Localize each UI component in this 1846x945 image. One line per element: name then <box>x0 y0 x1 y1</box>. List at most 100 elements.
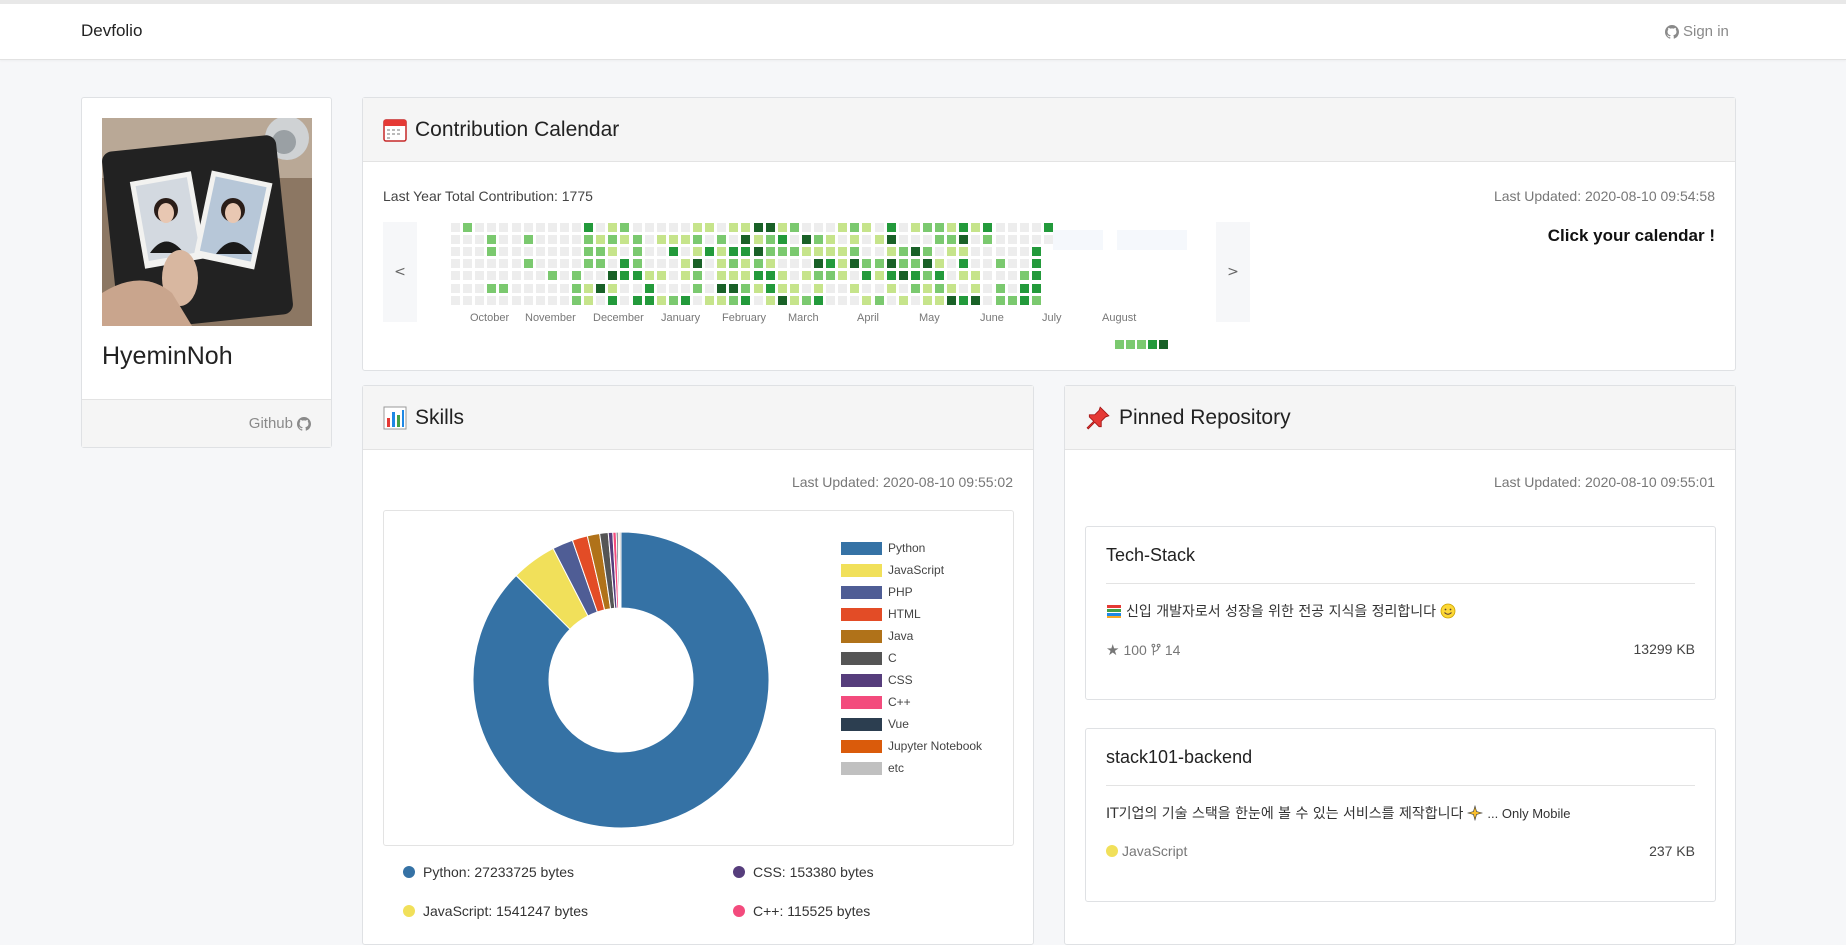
calendar-day[interactable] <box>947 271 957 281</box>
calendar-day[interactable] <box>535 235 545 245</box>
legend-item[interactable]: Vue <box>841 713 982 735</box>
calendar-day[interactable] <box>971 223 981 232</box>
calendar-day[interactable] <box>487 271 497 281</box>
calendar-day[interactable] <box>874 247 884 257</box>
calendar-day[interactable] <box>801 283 811 293</box>
calendar-day[interactable] <box>523 283 533 293</box>
calendar-day[interactable] <box>656 283 666 293</box>
calendar-day[interactable] <box>475 235 485 245</box>
calendar-day[interactable] <box>451 295 460 305</box>
calendar-day[interactable] <box>826 235 836 245</box>
calendar-day[interactable] <box>463 223 473 232</box>
calendar-day[interactable] <box>668 259 678 269</box>
calendar-day[interactable] <box>705 259 715 269</box>
calendar-day[interactable] <box>620 223 630 232</box>
calendar-day[interactable] <box>910 247 920 257</box>
calendar-day[interactable] <box>874 295 884 305</box>
calendar-day[interactable] <box>680 247 690 257</box>
calendar-day[interactable] <box>511 295 521 305</box>
calendar-day[interactable] <box>475 223 485 232</box>
calendar-day[interactable] <box>801 295 811 305</box>
calendar-day[interactable] <box>668 295 678 305</box>
calendar-day[interactable] <box>777 283 787 293</box>
calendar-day[interactable] <box>971 295 981 305</box>
calendar-day[interactable] <box>572 259 581 269</box>
calendar-day[interactable] <box>475 247 485 257</box>
calendar-day[interactable] <box>620 283 630 293</box>
calendar-day[interactable] <box>584 283 594 293</box>
calendar-day[interactable] <box>1043 235 1053 245</box>
calendar-day[interactable] <box>693 283 702 293</box>
calendar-day[interactable] <box>499 271 509 281</box>
calendar-day[interactable] <box>535 271 545 281</box>
calendar-day[interactable] <box>596 247 606 257</box>
calendar-day[interactable] <box>789 247 799 257</box>
calendar-day[interactable] <box>729 247 739 257</box>
calendar-day[interactable] <box>463 259 473 269</box>
calendar-day[interactable] <box>668 247 678 257</box>
calendar-day[interactable] <box>523 259 533 269</box>
calendar-day[interactable] <box>632 295 642 305</box>
calendar-day[interactable] <box>971 271 981 281</box>
calendar-day[interactable] <box>523 271 533 281</box>
calendar-day[interactable] <box>596 295 606 305</box>
calendar-day[interactable] <box>1007 259 1017 269</box>
calendar-day[interactable] <box>535 295 545 305</box>
calendar-day[interactable] <box>753 283 763 293</box>
calendar-day[interactable] <box>475 271 485 281</box>
calendar-day[interactable] <box>862 259 872 269</box>
calendar-day[interactable] <box>789 223 799 232</box>
calendar-day[interactable] <box>608 235 618 245</box>
calendar-day[interactable] <box>814 259 823 269</box>
calendar-day[interactable] <box>572 235 581 245</box>
calendar-day[interactable] <box>729 271 739 281</box>
calendar-day[interactable] <box>632 271 642 281</box>
calendar-day[interactable] <box>584 223 594 232</box>
calendar-day[interactable] <box>838 235 848 245</box>
calendar-day[interactable] <box>886 271 896 281</box>
calendar-day[interactable] <box>862 271 872 281</box>
calendar-day[interactable] <box>451 271 460 281</box>
calendar-day[interactable] <box>705 247 715 257</box>
calendar-day[interactable] <box>693 295 702 305</box>
calendar-day[interactable] <box>463 247 473 257</box>
calendar-day[interactable] <box>838 271 848 281</box>
calendar-day[interactable] <box>983 259 993 269</box>
calendar-day[interactable] <box>814 283 823 293</box>
calendar-day[interactable] <box>1019 223 1029 232</box>
calendar-day[interactable] <box>765 235 775 245</box>
calendar-day[interactable] <box>753 271 763 281</box>
calendar-day[interactable] <box>596 235 606 245</box>
calendar-day[interactable] <box>451 247 460 257</box>
calendar-day[interactable] <box>765 223 775 232</box>
calendar-day[interactable] <box>668 283 678 293</box>
calendar-day[interactable] <box>680 235 690 245</box>
calendar-day[interactable] <box>826 283 836 293</box>
calendar-day[interactable] <box>814 295 823 305</box>
calendar-day[interactable] <box>801 223 811 232</box>
calendar-day[interactable] <box>898 271 908 281</box>
calendar-day[interactable] <box>1043 223 1053 232</box>
calendar-day[interactable] <box>451 259 460 269</box>
calendar-day[interactable] <box>487 295 497 305</box>
calendar-day[interactable] <box>935 295 944 305</box>
calendar-day[interactable] <box>475 283 485 293</box>
calendar-day[interactable] <box>1019 235 1029 245</box>
calendar-day[interactable] <box>487 223 497 232</box>
calendar-day[interactable] <box>463 271 473 281</box>
calendar-day[interactable] <box>644 247 654 257</box>
calendar-day[interactable] <box>547 235 557 245</box>
calendar-day[interactable] <box>886 235 896 245</box>
calendar-prev-button[interactable]: < <box>383 222 417 322</box>
calendar-day[interactable] <box>523 295 533 305</box>
legend-item[interactable]: HTML <box>841 603 982 625</box>
calendar-day[interactable] <box>668 223 678 232</box>
calendar-day[interactable] <box>1019 283 1029 293</box>
calendar-day[interactable] <box>886 295 896 305</box>
calendar-day[interactable] <box>789 283 799 293</box>
calendar-day[interactable] <box>789 295 799 305</box>
calendar-day[interactable] <box>959 247 969 257</box>
calendar-day[interactable] <box>995 283 1005 293</box>
calendar-day[interactable] <box>572 283 581 293</box>
calendar-day[interactable] <box>850 259 860 269</box>
